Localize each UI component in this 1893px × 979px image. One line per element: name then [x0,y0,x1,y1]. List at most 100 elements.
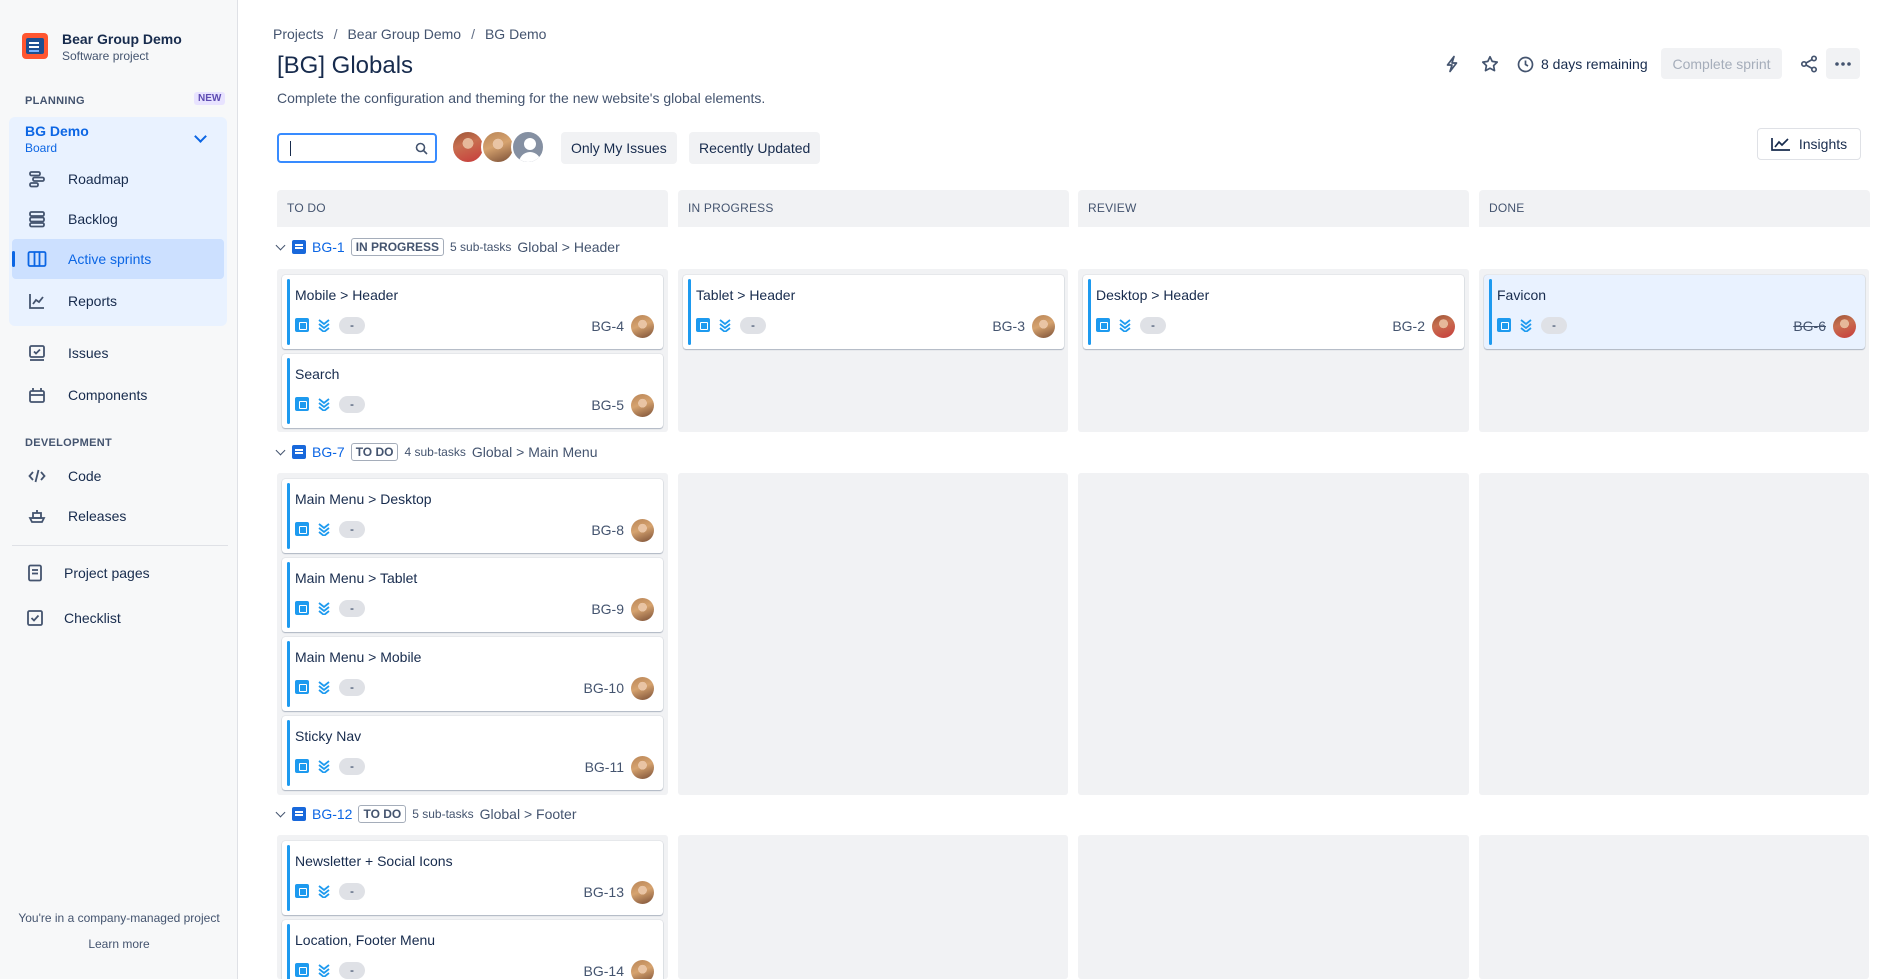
issue-card[interactable]: Search - BG-5 [282,354,663,428]
breadcrumb-project[interactable]: Bear Group Demo [347,26,461,42]
sidebar-item-backlog[interactable]: Backlog [12,199,224,239]
issue-card[interactable]: Location, Footer Menu - BG-14 [282,920,663,979]
project-header[interactable]: Bear Group Demo Software project [22,30,182,64]
sidebar-item-roadmap[interactable]: Roadmap [12,159,224,199]
swimlane-key[interactable]: BG-7 [312,444,345,460]
sidebar-item-checklist[interactable]: Checklist [10,598,222,638]
subtask-count: 5 sub-tasks [412,807,474,821]
sidebar-item-releases[interactable]: Releases [12,496,224,536]
issue-card[interactable]: Mobile > Header - BG-4 [282,275,663,349]
assignee-avatar[interactable] [631,598,654,621]
chevron-down-icon[interactable] [275,240,286,250]
issue-key[interactable]: BG-11 [585,759,624,775]
assignee-avatar[interactable] [631,677,654,700]
sidebar-item-label: Components [68,387,148,403]
assignee-avatar[interactable] [631,315,654,338]
active-indicator [12,251,15,267]
issue-card[interactable]: Desktop > Header - BG-2 [1083,275,1464,349]
sidebar-item-project-pages[interactable]: Project pages [10,553,222,593]
sidebar-item-code[interactable]: Code [12,456,224,496]
card-title: Tablet > Header [696,287,796,303]
story-icon [292,240,306,254]
sidebar: Bear Group Demo Software project PLANNIN… [0,0,238,979]
assignee-avatar[interactable] [1432,315,1455,338]
issue-key[interactable]: BG-13 [584,884,624,900]
automation-lightning-icon[interactable] [1440,48,1464,80]
only-my-issues-filter[interactable]: Only My Issues [561,132,677,164]
issue-key[interactable]: BG-10 [584,680,624,696]
sidebar-item-label: Reports [68,293,118,309]
issue-key[interactable]: BG-5 [591,397,624,413]
swimlane-key[interactable]: BG-12 [312,806,352,822]
card-accent-bar [287,358,290,424]
swimlane-key[interactable]: BG-1 [312,239,345,255]
assignee-avatar[interactable] [631,881,654,904]
breadcrumb-separator: / [333,26,338,42]
lane-cell [1479,835,1869,979]
chevron-down-icon[interactable] [275,445,286,455]
insights-button[interactable]: Insights [1757,128,1861,160]
status-badge: TO DO [358,805,407,823]
swimlane-summary: Global > Footer [479,806,577,822]
priority-lowest-icon [317,963,331,979]
share-icon[interactable] [1797,48,1821,80]
story-icon [292,807,306,821]
assignee-avatar[interactable] [631,756,654,779]
estimate-badge: - [339,758,365,775]
star-icon[interactable] [1478,48,1502,80]
sidebar-item-issues[interactable]: Issues [12,333,224,373]
issue-key[interactable]: BG-3 [992,318,1025,334]
assignee-avatar[interactable] [631,394,654,417]
issue-card[interactable]: Main Menu > Tablet - BG-9 [282,558,663,632]
sidebar-item-active-sprints[interactable]: Active sprints [12,239,224,279]
card-title: Mobile > Header [295,287,399,303]
search-input[interactable] [277,133,437,163]
issue-key[interactable]: BG-4 [591,318,624,334]
learn-more-link[interactable]: Learn more [0,937,238,951]
board-selector[interactable]: BG Demo Board [25,122,89,156]
swimlane-header[interactable]: BG-1 IN PROGRESS 5 sub-tasks Global > He… [275,236,620,258]
assignee-avatar[interactable] [1833,315,1856,338]
subtask-type-icon [295,522,309,536]
assignee-avatar[interactable] [631,960,654,979]
issue-card[interactable]: Main Menu > Mobile - BG-10 [282,637,663,711]
issue-card[interactable]: Newsletter + Social Icons - BG-13 [282,841,663,915]
issue-key[interactable]: BG-6 [1793,318,1826,334]
issue-card[interactable]: Main Menu > Desktop - BG-8 [282,479,663,553]
ship-icon [26,505,48,527]
priority-lowest-icon [317,680,331,697]
complete-sprint-button[interactable]: Complete sprint [1661,48,1782,79]
swimlane-header[interactable]: BG-12 TO DO 5 sub-tasks Global > Footer [275,803,577,825]
assignee-avatar[interactable] [1032,315,1055,338]
breadcrumb-board[interactable]: BG Demo [485,26,546,42]
recently-updated-filter[interactable]: Recently Updated [689,132,821,164]
issue-card[interactable]: Tablet > Header - BG-3 [683,275,1064,349]
chevron-down-icon[interactable] [275,807,286,817]
issue-key[interactable]: BG-2 [1392,318,1425,334]
issue-card[interactable]: Sticky Nav - BG-11 [282,716,663,790]
remaining-text: 8 days remaining [1541,56,1648,72]
sidebar-item-label: Active sprints [68,251,152,267]
page-icon [24,562,46,584]
avatar[interactable] [451,130,485,164]
issue-card-done[interactable]: Favicon - BG-6 [1484,275,1865,349]
subtask-type-icon [1497,318,1511,332]
estimate-badge: - [339,883,365,900]
issue-key[interactable]: BG-14 [584,963,624,979]
search-icon [415,142,428,158]
issue-key[interactable]: BG-9 [591,601,624,617]
issue-key[interactable]: BG-8 [591,522,624,538]
sidebar-item-components[interactable]: Components [12,375,224,415]
more-actions-button[interactable] [1826,48,1860,79]
sidebar-item-reports[interactable]: Reports [12,281,224,321]
subtask-type-icon [696,318,710,332]
avatar[interactable] [481,130,515,164]
priority-lowest-icon [317,318,331,335]
priority-lowest-icon [317,522,331,539]
sidebar-item-label: Issues [68,345,109,361]
swimlane-header[interactable]: BG-7 TO DO 4 sub-tasks Global > Main Men… [275,441,598,463]
unassigned-avatar[interactable] [511,130,545,164]
breadcrumb-projects[interactable]: Projects [273,26,324,42]
assignee-avatar[interactable] [631,519,654,542]
card-title: Main Menu > Desktop [295,491,432,507]
